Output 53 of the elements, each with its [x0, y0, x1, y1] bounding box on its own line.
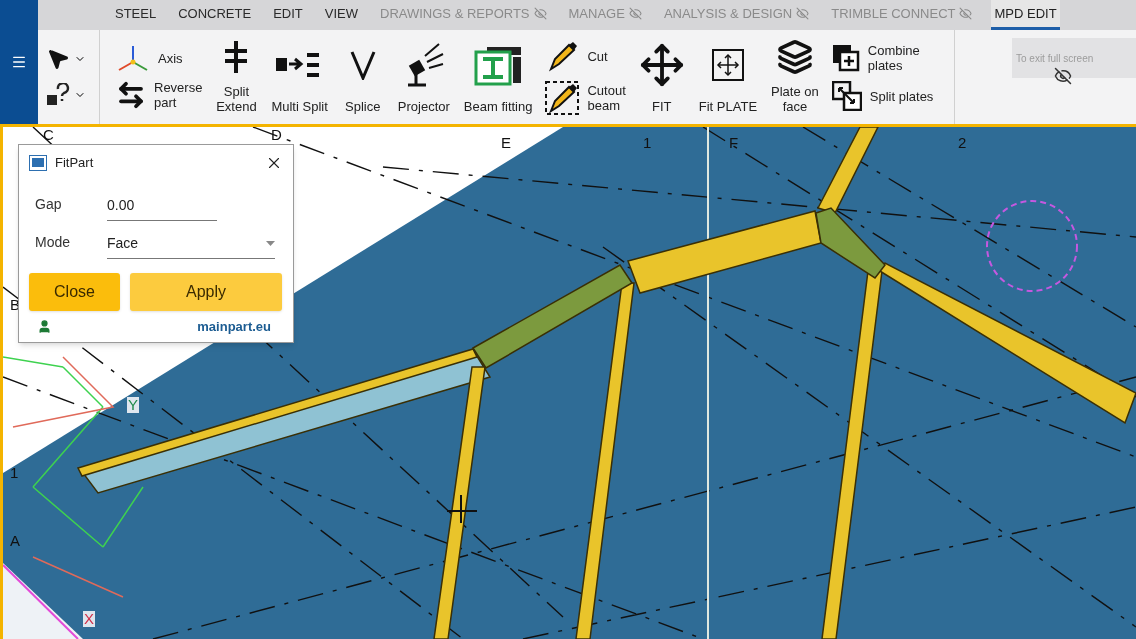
- fullscreen-notice: To exit full screen: [1012, 38, 1136, 78]
- ribbon-tool[interactable]: Axis: [116, 44, 203, 72]
- app-icon: [29, 154, 47, 171]
- cursor-icon: [46, 47, 70, 71]
- reverse-arrows-icon: [116, 80, 146, 110]
- ribbon-tool[interactable]: Combine plates: [831, 43, 934, 73]
- grid-label: X: [83, 611, 95, 627]
- grid-label: 2: [958, 135, 967, 151]
- grid-label: 1: [643, 135, 652, 151]
- hidden-eye-icon: [1054, 67, 1072, 85]
- close-button[interactable]: Close: [29, 272, 120, 311]
- grid-label: D: [271, 127, 282, 143]
- split-plates-icon: [831, 81, 862, 111]
- field-label: Mode: [35, 232, 72, 252]
- ribbon-tool[interactable]: Cutout beam: [545, 81, 626, 115]
- ribbon-tool[interactable]: Split Extend: [208, 30, 265, 124]
- layers-icon: [776, 39, 813, 75]
- grid-label: A: [10, 533, 20, 549]
- website-link[interactable]: mainpart.eu: [197, 316, 271, 336]
- gap-field[interactable]: 0.00: [107, 194, 217, 221]
- menu-tab[interactable]: VIEW: [321, 0, 361, 30]
- ribbon-tool[interactable]: Reverse part: [116, 80, 203, 110]
- menu-icon[interactable]: [11, 54, 27, 70]
- field-label: Gap: [35, 194, 63, 214]
- combine-plates-icon: [831, 44, 860, 72]
- help-square-icon: [46, 83, 70, 107]
- ribbon-tool[interactable]: Plate on face: [764, 30, 826, 124]
- ribbon-tool[interactable]: Split plates: [831, 81, 934, 111]
- knife-dashed-frame-icon: [545, 81, 580, 115]
- move-arrows-icon: [638, 41, 685, 88]
- v-icon: [349, 49, 376, 80]
- grid-label: 1: [10, 465, 19, 481]
- user-icon[interactable]: [37, 318, 52, 334]
- menu-tab[interactable]: CONCRETE: [175, 0, 255, 30]
- menu-tab[interactable]: MPD EDIT: [991, 0, 1060, 30]
- ribbon-tool[interactable]: Multi Split: [264, 30, 335, 124]
- ribbon-tool[interactable]: Projector: [390, 30, 457, 124]
- dialog-title: FitPart: [55, 154, 95, 172]
- ribbon-tool[interactable]: Cut: [545, 39, 626, 73]
- axis-icon: [116, 44, 150, 72]
- menu-tab[interactable]: STEEL: [112, 0, 160, 30]
- grid-label: Y: [127, 397, 139, 413]
- ribbon-tool[interactable]: Splice: [334, 30, 391, 124]
- caret-icon: [266, 240, 275, 246]
- ribbon-tool[interactable]: Beam fitting: [456, 30, 540, 124]
- menu-tab[interactable]: EDIT: [270, 0, 306, 30]
- ribbon-tool[interactable]: FIT: [631, 30, 692, 124]
- fit-plate-icon: [710, 47, 745, 82]
- grid-label: F: [729, 135, 739, 151]
- apply-button[interactable]: Apply: [130, 272, 282, 311]
- grid-label: E: [501, 135, 511, 151]
- mode-dropdown[interactable]: Face: [107, 232, 275, 259]
- ribbon-tool[interactable]: Fit PLATE: [691, 30, 765, 124]
